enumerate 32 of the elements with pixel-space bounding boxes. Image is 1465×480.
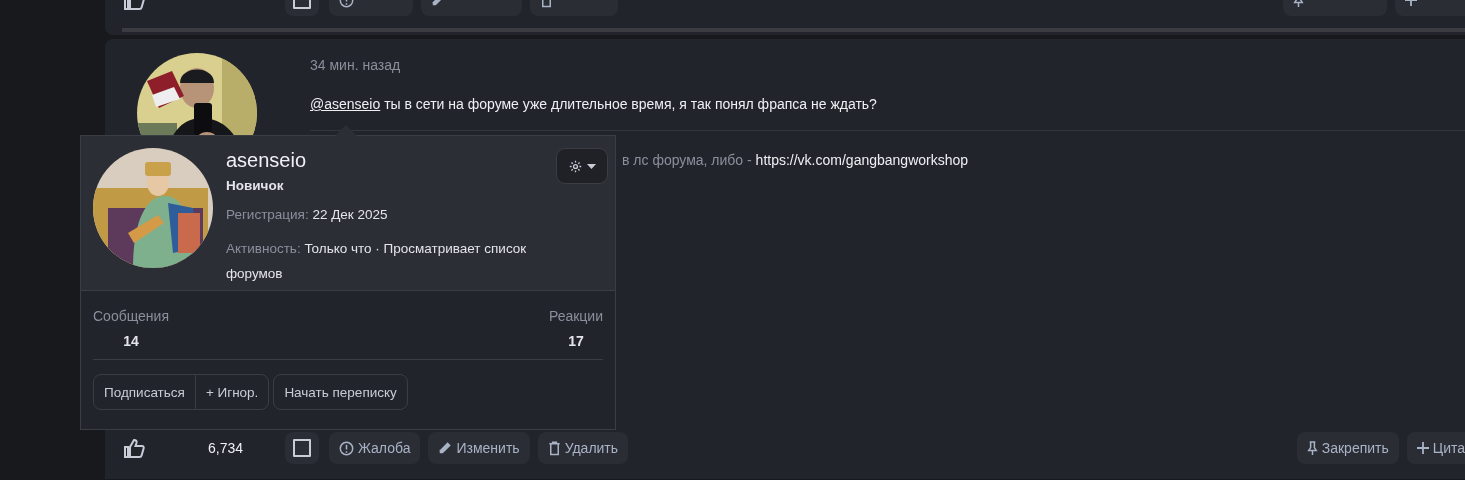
plus-icon	[1416, 442, 1429, 454]
thumbs-up-icon[interactable]	[123, 438, 145, 458]
quote-button[interactable]: Цита	[1406, 432, 1465, 464]
trash-icon	[547, 440, 561, 456]
pin-icon	[1306, 440, 1318, 456]
stat-label: Реакции	[548, 308, 603, 324]
report-button[interactable]: Жалоба	[329, 432, 421, 464]
delete-button[interactable]: Удалить	[537, 432, 629, 464]
post-message: @asenseio ты в сети на форуме уже длительное время, я так понял фрапса не ждать?	[310, 95, 878, 114]
edit-button[interactable]: Изменить	[428, 432, 530, 464]
ignore-button[interactable]: + Игнор.	[194, 375, 269, 409]
mention-link[interactable]: @asenseio	[310, 96, 381, 112]
caret-icon	[586, 163, 596, 169]
signature-link[interactable]: https://vk.com/gangbangworkshop	[755, 152, 969, 168]
post-time: 34 мин. назад	[310, 57, 401, 73]
follow-button[interactable]: Подписаться	[94, 375, 195, 409]
stat-value: 17	[568, 333, 584, 349]
settings-menu-button[interactable]	[556, 148, 608, 184]
signature-text: в лс форума, либо -	[622, 152, 753, 168]
stat-label: Сообщения	[93, 308, 169, 324]
profile-field: Активность: Только что · Просматривает список форумов	[226, 236, 556, 286]
username[interactable]: asenseio	[226, 149, 307, 172]
pencil-icon	[438, 441, 453, 455]
reaction-count: 6,734	[206, 440, 243, 456]
settings-icon	[568, 159, 582, 173]
exclamation-circle-icon	[339, 440, 354, 456]
profile-field: Регистрация: 22 Дек 2025	[226, 202, 556, 227]
select-checkbox[interactable]	[285, 432, 319, 464]
stat-value: 14	[123, 333, 139, 349]
user-title: Новичок	[226, 178, 284, 193]
start-conversation-button[interactable]: Начать переписку	[273, 374, 408, 410]
pin-button[interactable]: Закрепить	[1296, 432, 1399, 464]
